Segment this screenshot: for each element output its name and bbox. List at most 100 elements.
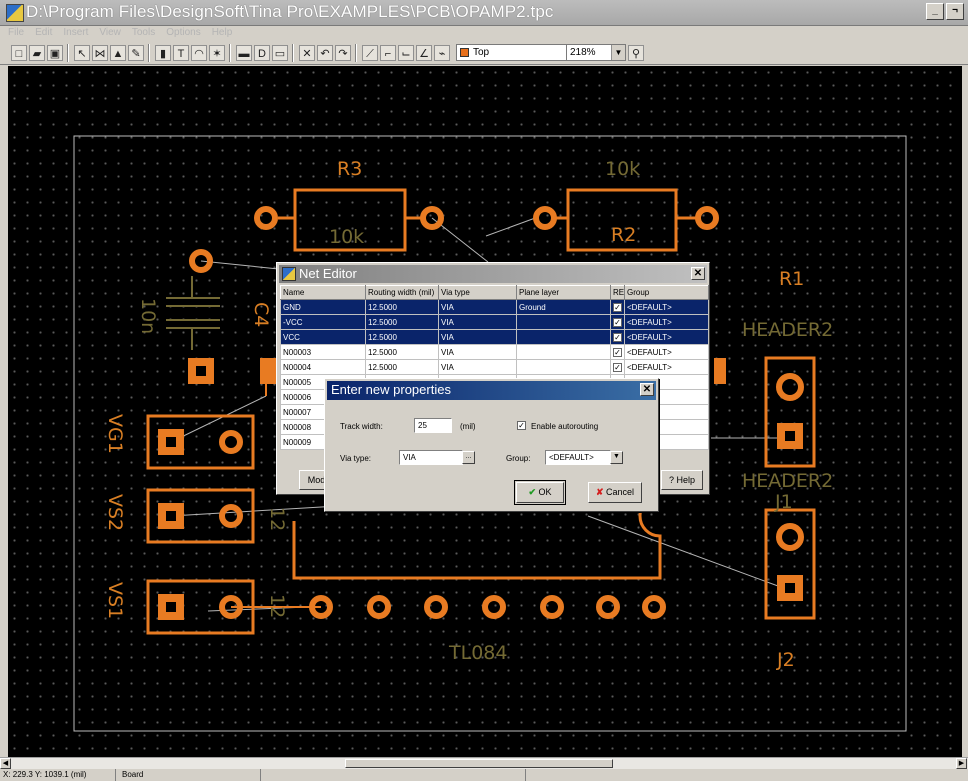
scroll-left-icon[interactable]: ◀ bbox=[0, 758, 11, 769]
net-re-cell[interactable]: ✓ bbox=[610, 314, 625, 330]
net-group-cell[interactable]: <DEFAULT> bbox=[624, 329, 709, 345]
net-re-cell[interactable]: ✓ bbox=[610, 299, 625, 315]
scroll-thumb[interactable] bbox=[345, 759, 613, 768]
net-name-cell[interactable]: N00004 bbox=[280, 359, 366, 375]
save-icon[interactable]: ▣ bbox=[47, 45, 63, 61]
column-header[interactable]: RE bbox=[610, 285, 625, 300]
re-checkbox[interactable]: ✓ bbox=[613, 362, 622, 372]
delete-icon[interactable]: ✕ bbox=[299, 45, 315, 61]
net-group-cell[interactable]: <DEFAULT> bbox=[624, 314, 709, 330]
menu-file[interactable]: File bbox=[8, 26, 24, 41]
net-width-cell[interactable]: 12.5000 bbox=[365, 299, 439, 315]
redo-icon[interactable]: ↷ bbox=[335, 45, 351, 61]
net-width-cell[interactable]: 12.5000 bbox=[365, 344, 439, 360]
autorouting-checkbox[interactable]: ✓ bbox=[517, 421, 526, 430]
track-corner-icon[interactable]: ⌐ bbox=[380, 45, 396, 61]
close-icon[interactable]: ✕ bbox=[691, 267, 705, 280]
vertical-scrollbar[interactable] bbox=[0, 66, 8, 758]
select-arrow-icon[interactable]: ↖ bbox=[74, 45, 90, 61]
net-re-cell[interactable]: ✓ bbox=[610, 344, 625, 360]
help-button[interactable]: ? Help bbox=[661, 470, 703, 490]
net-width-cell[interactable]: 12.5000 bbox=[365, 359, 439, 375]
net-group-cell[interactable]: <DEFAULT> bbox=[624, 359, 709, 375]
close-icon[interactable]: ✕ bbox=[640, 383, 654, 396]
re-checkbox[interactable]: ✓ bbox=[613, 332, 622, 342]
polygon-icon[interactable]: ✶ bbox=[209, 45, 225, 61]
net-width-cell[interactable]: 12.5000 bbox=[365, 329, 439, 345]
net-name-cell[interactable]: GND bbox=[280, 299, 366, 315]
net-width-cell[interactable]: 12.5000 bbox=[365, 314, 439, 330]
group-select[interactable]: <DEFAULT> bbox=[545, 450, 611, 465]
net-via-cell[interactable]: VIA bbox=[438, 329, 517, 345]
column-header[interactable]: Name bbox=[280, 285, 366, 300]
chevron-down-icon[interactable]: ▼ bbox=[610, 451, 623, 464]
scroll-right-icon[interactable]: ▶ bbox=[956, 758, 967, 769]
rectangle-icon[interactable]: ▬ bbox=[236, 45, 252, 61]
minimize-button[interactable]: _ bbox=[926, 3, 944, 20]
re-checkbox[interactable]: ✓ bbox=[613, 347, 622, 357]
column-header[interactable]: Via type bbox=[438, 285, 517, 300]
net-group-cell[interactable]: <DEFAULT> bbox=[624, 344, 709, 360]
column-header[interactable]: Plane layer bbox=[516, 285, 611, 300]
net-plane-cell[interactable] bbox=[516, 314, 611, 330]
net-via-cell[interactable]: VIA bbox=[438, 344, 517, 360]
arc-icon[interactable]: ◠ bbox=[191, 45, 207, 61]
via-type-input[interactable]: VIA bbox=[399, 450, 463, 465]
menu-view[interactable]: View bbox=[99, 26, 121, 41]
net-name-cell[interactable]: VCC bbox=[280, 329, 366, 345]
net-via-cell[interactable]: VIA bbox=[438, 359, 517, 375]
zoom-select[interactable]: 218% ▼ bbox=[566, 44, 626, 61]
net-via-cell[interactable]: VIA bbox=[438, 314, 517, 330]
net-plane-cell[interactable]: Ground bbox=[516, 299, 611, 315]
properties-title-bar[interactable]: Enter new properties ✕ bbox=[327, 381, 656, 400]
app-icon[interactable] bbox=[6, 4, 24, 22]
component-icon[interactable]: ▲ bbox=[110, 45, 126, 61]
column-header[interactable]: Group bbox=[624, 285, 709, 300]
net-plane-cell[interactable] bbox=[516, 344, 611, 360]
menu-options[interactable]: Options bbox=[166, 26, 200, 41]
column-header[interactable]: Routing width (mil) bbox=[365, 285, 439, 300]
bar-icon[interactable]: ▮ bbox=[155, 45, 171, 61]
menu-help[interactable]: Help bbox=[212, 26, 233, 41]
fill-icon[interactable]: ▭ bbox=[272, 45, 288, 61]
autoroute-icon[interactable]: ⌁ bbox=[434, 45, 450, 61]
new-file-icon[interactable]: □ bbox=[11, 45, 27, 61]
cancel-button[interactable]: ✘ Cancel bbox=[588, 482, 642, 503]
track-angle-icon[interactable]: ∠ bbox=[416, 45, 432, 61]
track-width-input[interactable]: 25 bbox=[414, 418, 452, 433]
menu-edit[interactable]: Edit bbox=[35, 26, 52, 41]
pad-icon[interactable]: D bbox=[254, 45, 270, 61]
net-row[interactable]: VCC 12.5000 VIA ✓ <DEFAULT> bbox=[280, 329, 709, 345]
layer-select[interactable]: Top ▼ bbox=[456, 44, 581, 61]
net-via-cell[interactable]: VIA bbox=[438, 299, 517, 315]
net-editor-title-bar[interactable]: Net Editor ✕ bbox=[279, 265, 707, 283]
net-row[interactable]: N00003 12.5000 VIA ✓ <DEFAULT> bbox=[280, 344, 709, 360]
net-group-cell[interactable]: <DEFAULT> bbox=[624, 299, 709, 315]
net-select-icon[interactable]: ⋈ bbox=[92, 45, 108, 61]
open-folder-icon[interactable]: ▰ bbox=[29, 45, 45, 61]
zoom-icon[interactable]: ⚲ bbox=[628, 45, 644, 61]
browse-button[interactable]: ... bbox=[462, 451, 475, 464]
menu-insert[interactable]: Insert bbox=[63, 26, 88, 41]
re-checkbox[interactable]: ✓ bbox=[613, 317, 622, 327]
menu-tools[interactable]: Tools bbox=[132, 26, 155, 41]
net-row[interactable]: -VCC 12.5000 VIA ✓ <DEFAULT> bbox=[280, 314, 709, 330]
chevron-down-icon[interactable]: ▼ bbox=[611, 45, 625, 60]
net-row[interactable]: GND 12.5000 VIA Ground ✓ <DEFAULT> bbox=[280, 299, 709, 315]
re-checkbox[interactable]: ✓ bbox=[613, 302, 622, 312]
net-row[interactable]: N00004 12.5000 VIA ✓ <DEFAULT> bbox=[280, 359, 709, 375]
track-step-icon[interactable]: ⌙ bbox=[398, 45, 414, 61]
ok-button[interactable]: ✔ OK bbox=[516, 482, 564, 503]
net-name-cell[interactable]: N00003 bbox=[280, 344, 366, 360]
track-diagonal-icon[interactable]: ⟋ bbox=[362, 45, 378, 61]
horizontal-scrollbar[interactable]: ◀ ▶ bbox=[0, 757, 968, 769]
net-plane-cell[interactable] bbox=[516, 329, 611, 345]
restore-button[interactable]: ¬ bbox=[946, 3, 964, 20]
net-name-cell[interactable]: -VCC bbox=[280, 314, 366, 330]
text-icon[interactable]: T bbox=[173, 45, 189, 61]
undo-icon[interactable]: ↶ bbox=[317, 45, 333, 61]
route-icon[interactable]: ✎ bbox=[128, 45, 144, 61]
net-re-cell[interactable]: ✓ bbox=[610, 329, 625, 345]
net-re-cell[interactable]: ✓ bbox=[610, 359, 625, 375]
net-plane-cell[interactable] bbox=[516, 359, 611, 375]
